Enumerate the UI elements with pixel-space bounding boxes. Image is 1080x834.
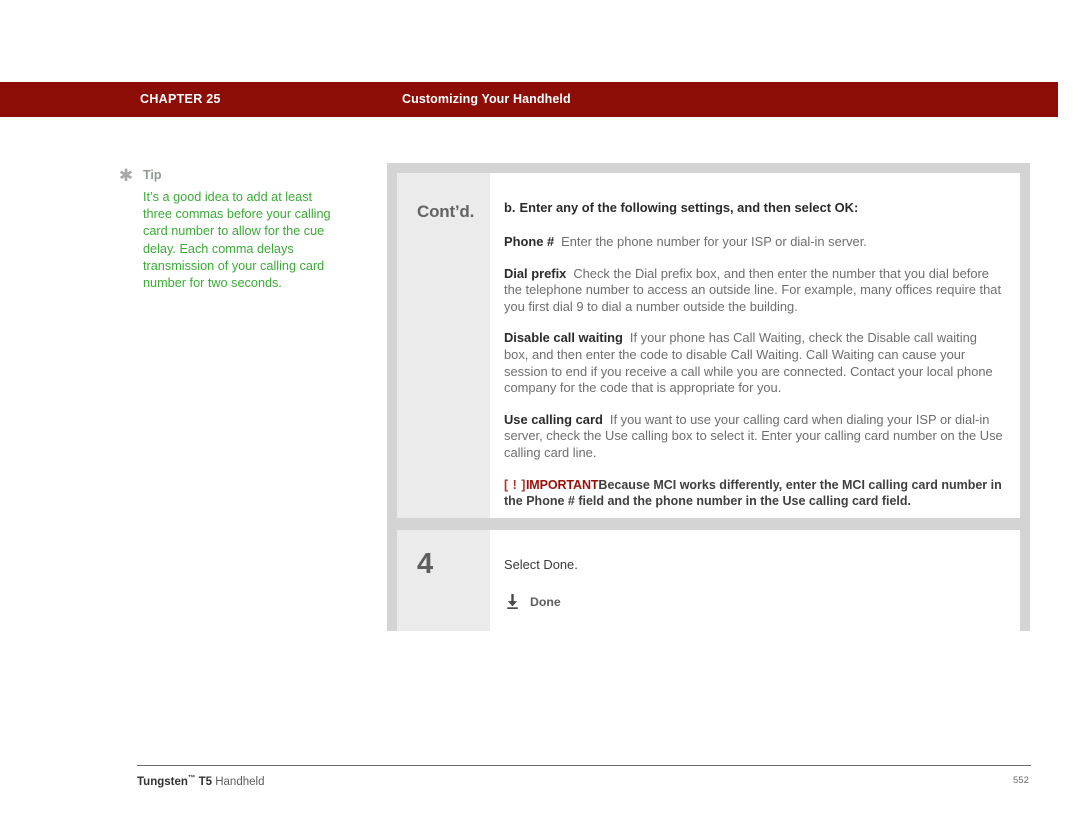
footer-suffix: Handheld — [212, 775, 265, 788]
step-row-4: 4 Select Done. Done — [397, 530, 1020, 631]
important-label: IMPORTANT — [525, 477, 599, 492]
setting-item-disable-call-waiting: Disable call waiting If your phone has Ca… — [504, 330, 1004, 396]
substep-lead-text: Enter any of the following settings, and… — [519, 200, 859, 215]
substep-lead: b. Enter any of the following settings, a… — [504, 199, 1004, 216]
done-button[interactable]: Done — [504, 593, 1004, 610]
chapter-header-bar: CHAPTER 25 Customizing Your Handheld — [0, 82, 1058, 117]
footer-product: Tungsten™ T5 Handheld — [137, 773, 264, 788]
step-marker-column-4: 4 — [397, 530, 490, 631]
substep-letter: b. — [504, 200, 516, 215]
setting-item-phone: Phone # Enter the phone number for your I… — [504, 234, 1004, 251]
step-marker-column: Cont’d. — [397, 173, 490, 518]
asterisk-icon: ✱ — [118, 166, 134, 185]
setting-desc-dial-prefix: Check the Dial prefix box, and then ente… — [504, 265, 1002, 314]
setting-item-use-calling-card: Use calling card If you want to use your … — [504, 412, 1004, 462]
step-number-4: 4 — [417, 548, 434, 580]
setting-item-dial-prefix: Dial prefix Check the Dial prefix box, an… — [504, 266, 1004, 316]
step-content-4: Select Done. Done — [490, 530, 1020, 631]
page-number: 552 — [1013, 775, 1029, 786]
document-page: CHAPTER 25 Customizing Your Handheld ✱ T… — [0, 0, 1080, 834]
important-callout: [ ! ]IMPORTANTBecause MCI works differen… — [504, 477, 1004, 510]
setting-desc-phone: Enter the phone number for your ISP or d… — [561, 234, 867, 249]
step-content-contd: b. Enter any of the following settings, a… — [490, 173, 1020, 518]
exclamation-bracket-icon: [ ! ] — [504, 477, 526, 492]
tip-header: ✱ Tip — [118, 166, 333, 185]
step-row-contd: Cont’d. b. Enter any of the following set… — [397, 173, 1020, 518]
tip-text: It’s a good idea to add at least three c… — [143, 190, 331, 291]
setting-term-phone: Phone # — [504, 234, 555, 249]
chapter-label: CHAPTER 25 — [140, 92, 221, 106]
footer-divider — [137, 765, 1031, 766]
download-arrow-icon — [504, 593, 521, 610]
tip-label: Tip — [143, 168, 162, 182]
footer-model: T5 — [195, 775, 213, 788]
chapter-title: Customizing Your Handheld — [402, 92, 571, 106]
tip-callout: ✱ Tip It’s a good idea to add at least t… — [118, 166, 333, 292]
done-button-label: Done — [530, 594, 561, 609]
setting-term-use-calling-card: Use calling card — [504, 411, 603, 427]
footer-product-name: Tungsten — [137, 775, 188, 788]
step-frame: Cont’d. b. Enter any of the following set… — [387, 163, 1030, 631]
setting-term-disable-call-waiting: Disable call waiting — [504, 330, 623, 346]
step-marker-contd: Cont’d. — [417, 202, 475, 221]
step-4-text: Select Done. — [504, 557, 578, 572]
setting-term-dial-prefix: Dial prefix — [504, 265, 567, 281]
